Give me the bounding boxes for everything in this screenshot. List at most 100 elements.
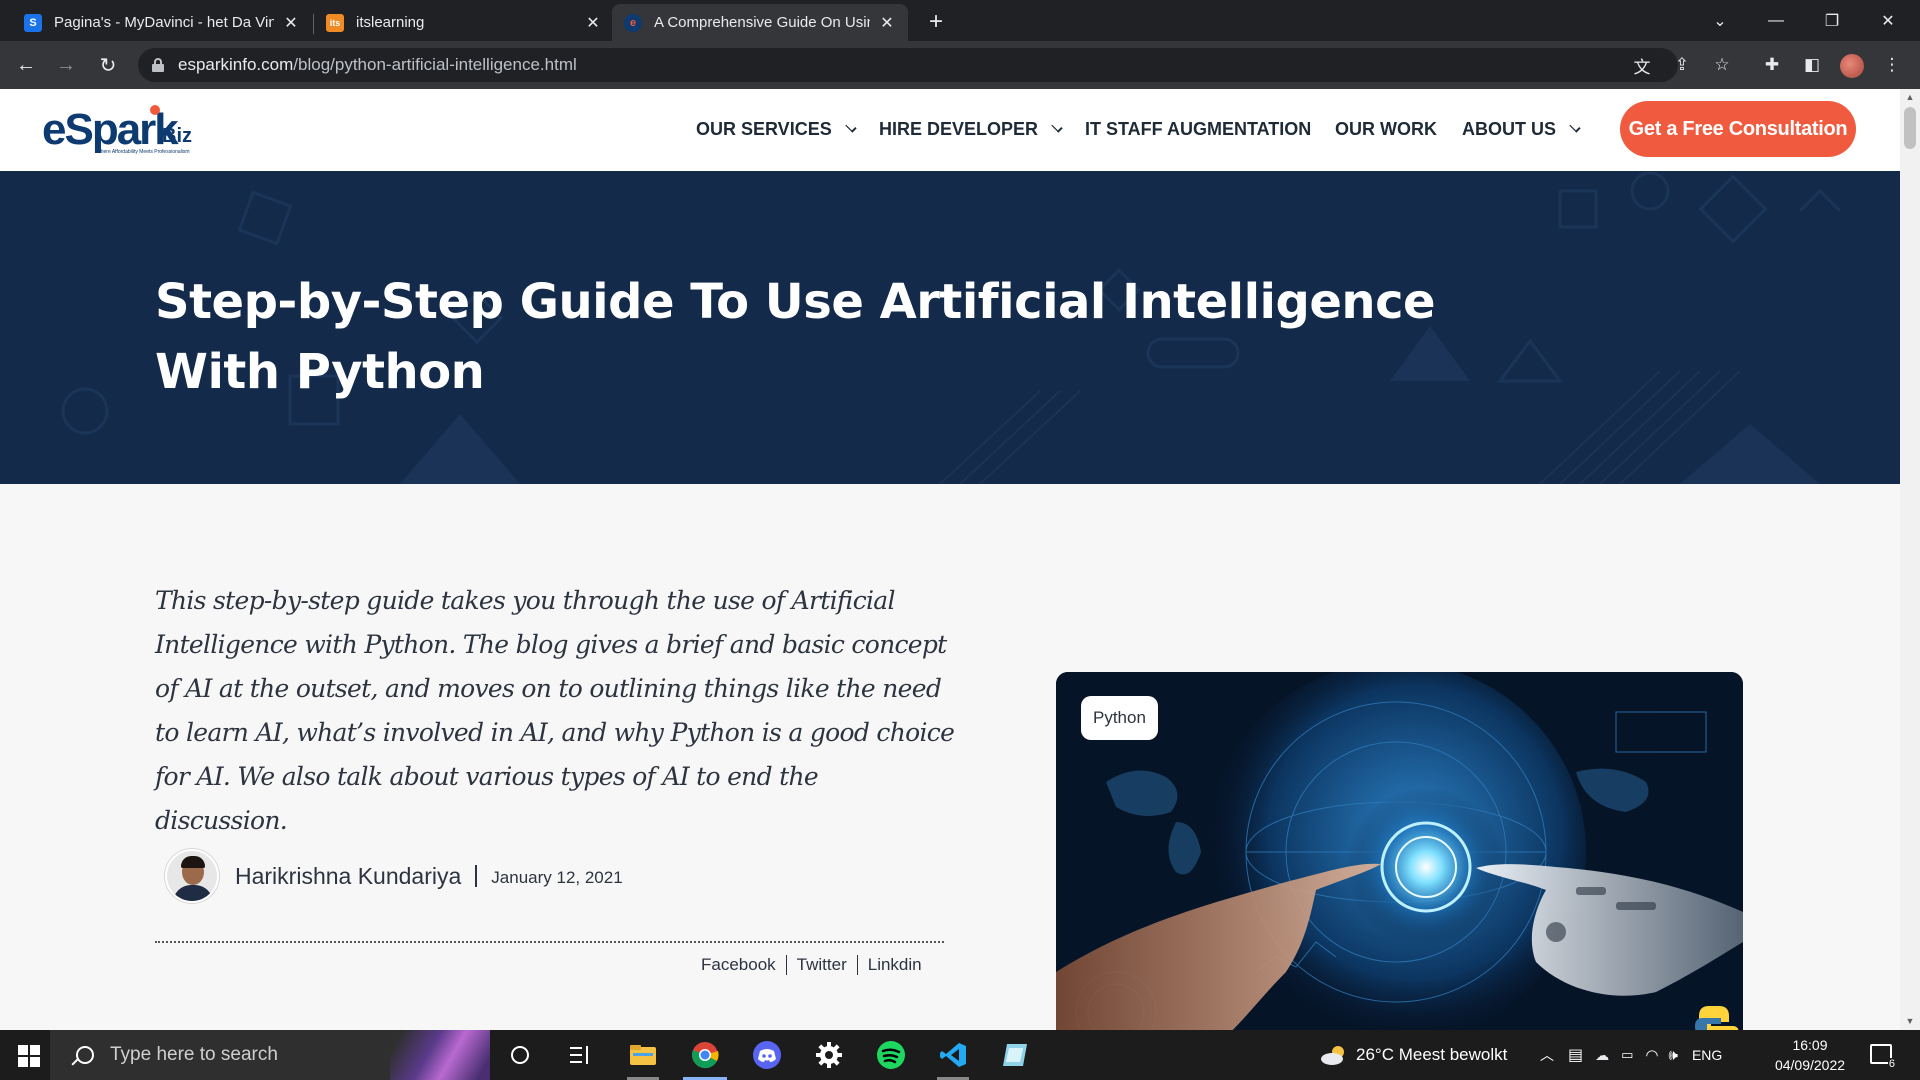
chrome-menu-icon[interactable]: ⋮ [1880,53,1904,77]
publish-date: January 12, 2021 [491,868,623,887]
discord-icon[interactable] [737,1030,797,1080]
lock-icon[interactable] [152,58,164,72]
share-divider [856,955,858,975]
search-placeholder: Type here to search [110,1044,278,1065]
author-name[interactable]: Harikrishna Kundariya [235,863,461,890]
nav-about-us[interactable]: ABOUT US [1462,119,1581,140]
nav-label: OUR SERVICES [696,119,832,139]
tab-itslearning[interactable]: its itslearning ✕ [314,4,614,41]
tab-title: itslearning [356,14,425,31]
tab-title: Pagina's - MyDavinci - het Da Vinci [54,14,274,31]
chevron-down-icon [1569,120,1581,133]
esparkbiz-favicon-icon: e [624,13,642,32]
minimize-icon[interactable]: — [1748,0,1804,41]
nav-hire-developer[interactable]: HIRE DEVELOPER [879,119,1063,140]
logo-tagline: Where Affordability Meets Professionalis… [96,149,190,155]
article-hero: Step-by-Step Guide To Use Artificial Int… [0,171,1900,484]
site-header: eSpark Biz Where Affordability Meets Pro… [0,89,1900,171]
close-tab-icon[interactable]: ✕ [584,14,602,32]
cloudy-weather-icon [1321,1046,1344,1065]
task-view-icon[interactable] [550,1030,610,1080]
spotify-icon[interactable] [861,1030,921,1080]
scroll-down-icon[interactable]: ▼ [1904,1016,1916,1026]
chevron-up-icon[interactable]: ︿ [1540,1045,1554,1065]
category-tag[interactable]: Python [1081,696,1158,740]
search-icon [76,1046,94,1064]
settings-gear-icon[interactable] [799,1030,859,1080]
browser-toolbar: ← → ↻ esparkinfo.com/blog/python-artific… [0,41,1920,89]
vscode-icon[interactable] [923,1030,983,1080]
translate-icon[interactable]: 文 [1630,53,1654,77]
cortana-icon[interactable] [490,1030,550,1080]
chrome-icon[interactable] [675,1030,735,1080]
article-title: Step-by-Step Guide To Use Artificial Int… [155,274,1436,400]
wifi-icon[interactable]: ◠ [1645,1046,1658,1064]
windows-start-icon[interactable] [18,1045,40,1067]
back-icon[interactable]: ← [10,49,42,81]
page-scrollbar[interactable] [1900,89,1920,1030]
esparkbiz-logo[interactable]: eSpark Biz Where Affordability Meets Pro… [42,103,202,159]
dotted-divider [155,941,944,943]
nav-label: ABOUT US [1462,119,1556,139]
close-tab-icon[interactable]: ✕ [282,14,300,32]
ai-hand-illustration [1056,672,1743,1030]
file-explorer-icon[interactable] [613,1030,673,1080]
volume-icon[interactable]: 🕪 [1669,1047,1678,1064]
system-tray: ︿ ▤ ☁ ▭ ◠ 🕪 ENG [1540,1030,1722,1080]
address-bar[interactable]: esparkinfo.com/blog/python-artificial-in… [138,48,1678,82]
clock-date: 04/09/2022 [1774,1057,1846,1073]
taskbar-search-box[interactable]: Type here to search [50,1030,490,1080]
share-icon[interactable]: ⇪ [1670,53,1694,77]
taskbar-clock[interactable]: 16:09 04/09/2022 [1764,1035,1856,1075]
share-twitter-link[interactable]: Twitter [797,955,847,975]
battery-icon[interactable]: ▭ [1621,1047,1633,1063]
sharepoint-favicon-icon: S [24,13,42,32]
forward-icon[interactable]: → [50,49,82,81]
share-facebook-link[interactable]: Facebook [701,955,776,975]
logo-biz: Biz [162,125,192,147]
tab-comprehensive-guide[interactable]: e A Comprehensive Guide On Using ✕ [612,4,908,41]
nav-our-work[interactable]: OUR WORK [1335,119,1437,140]
itslearning-favicon-icon: its [326,13,344,32]
author-meta: Harikrishna Kundariya January 12, 2021 [165,849,623,903]
extensions-icon[interactable]: ✚ [1760,53,1784,77]
share-linkedin-link[interactable]: Linkdin [868,955,922,975]
weather-widget[interactable]: 26°C Meest bewolkt [1320,1030,1507,1080]
tab-search-chevron-icon[interactable]: ⌄ [1692,0,1748,41]
new-tab-icon[interactable]: + [922,8,950,36]
restore-icon[interactable]: ❐ [1804,0,1860,41]
share-links: Facebook Twitter Linkdin [701,955,922,975]
nav-our-services[interactable]: OUR SERVICES [696,119,857,140]
nav-label: HIRE DEVELOPER [879,119,1039,139]
search-highlight-art [390,1030,490,1080]
url-text[interactable]: esparkinfo.com/blog/python-artificial-in… [178,55,577,75]
windows-taskbar: Type here to search 26°C Meest bewolkt ︿… [0,1030,1920,1080]
author-avatar[interactable] [165,849,219,903]
nav-label: IT STAFF AUGMENTATION [1085,119,1312,139]
close-window-icon[interactable]: ✕ [1860,0,1916,41]
scrollbar-thumb[interactable] [1904,107,1916,149]
chevron-down-icon [845,120,857,133]
taskbar-app-icon[interactable]: ▤ [1568,1045,1583,1065]
article-intro: This step-by-step guide takes you throug… [155,586,955,835]
clock-time: 16:09 [1792,1037,1828,1053]
scroll-up-icon[interactable]: ▲ [1904,92,1916,102]
share-divider [785,955,787,975]
cloud-sync-icon[interactable]: ☁ [1595,1047,1609,1064]
notification-center-icon[interactable]: 6 [1870,1044,1896,1070]
weather-text: 26°C Meest bewolkt [1356,1045,1508,1064]
side-panel-icon[interactable]: ◧ [1800,53,1824,77]
tab-mydavinci[interactable]: S Pagina's - MyDavinci - het Da Vinci ✕ [12,4,312,41]
notes-app-icon[interactable] [985,1030,1045,1080]
nav-label: OUR WORK [1335,119,1437,139]
tab-title: A Comprehensive Guide On Using [654,14,870,31]
browser-tabstrip: S Pagina's - MyDavinci - het Da Vinci ✕ … [0,0,1920,41]
bookmark-star-icon[interactable]: ☆ [1710,53,1734,77]
free-consultation-button[interactable]: Get a Free Consultation [1620,101,1856,157]
close-tab-icon[interactable]: ✕ [878,14,896,32]
language-indicator[interactable]: ENG [1692,1047,1722,1063]
nav-it-staff-augmentation[interactable]: IT STAFF AUGMENTATION [1085,119,1311,140]
reload-icon[interactable]: ↻ [92,49,124,81]
profile-avatar[interactable] [1840,54,1864,78]
chevron-down-icon [1051,120,1063,133]
